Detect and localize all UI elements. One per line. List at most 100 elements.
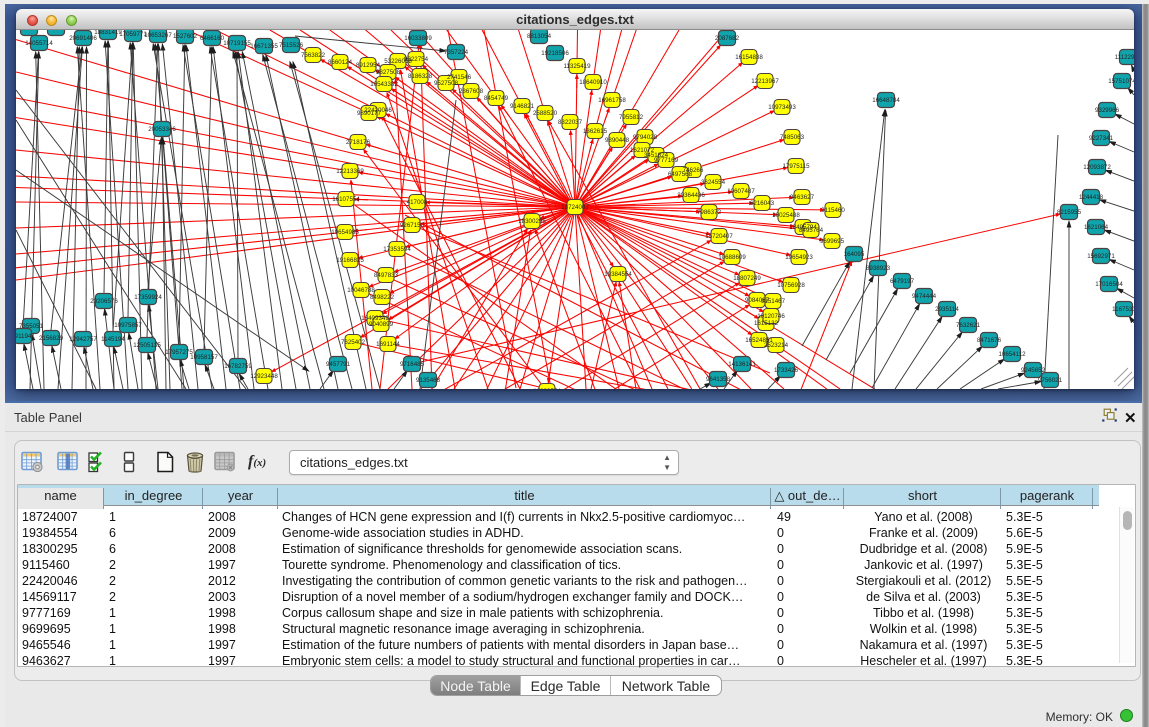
svg-text:10654112: 10654112 (998, 351, 1026, 358)
svg-text:7355051: 7355051 (19, 323, 44, 330)
svg-text:8215955: 8215955 (1057, 209, 1082, 216)
svg-text:7632621: 7632621 (956, 322, 981, 329)
svg-text:12505135: 12505135 (133, 342, 161, 349)
svg-text:16671355: 16671355 (250, 43, 278, 50)
svg-text:8498222: 8498222 (370, 294, 395, 301)
svg-text:164095: 164095 (844, 251, 865, 258)
svg-text:9699695: 9699695 (820, 238, 845, 245)
svg-text:12213967: 12213967 (751, 78, 779, 85)
svg-text:8186328: 8186328 (408, 73, 433, 80)
svg-text:8454749: 8454749 (484, 95, 509, 102)
svg-text:7986372: 7986372 (697, 209, 722, 216)
svg-text:12093872: 12093872 (1083, 164, 1111, 171)
svg-text:18640910: 18640910 (579, 79, 607, 86)
svg-text:17059771: 17059771 (119, 31, 147, 38)
svg-text:18831419: 18831419 (94, 30, 122, 36)
svg-text:2867608: 2867608 (459, 88, 484, 95)
svg-text:2935114: 2935114 (935, 306, 959, 313)
svg-text:17975115: 17975115 (782, 163, 810, 170)
svg-text:10607487: 10607487 (727, 188, 755, 195)
svg-text:7955812: 7955812 (619, 114, 644, 121)
svg-text:17359924: 17359924 (134, 294, 162, 301)
svg-text:1733426: 1733426 (774, 367, 799, 374)
svg-text:15692971: 15692971 (1087, 253, 1115, 260)
svg-text:1615132: 1615132 (754, 320, 779, 327)
svg-text:53226058: 53226058 (384, 58, 412, 65)
svg-text:10719155: 10719155 (223, 40, 251, 47)
svg-text:9151467: 9151467 (761, 298, 786, 305)
svg-text:9463627: 9463627 (790, 194, 815, 201)
svg-text:8660124: 8660124 (328, 59, 353, 66)
svg-text:16961758: 16961758 (598, 97, 626, 104)
svg-text:9890448: 9890448 (605, 137, 630, 144)
svg-text:16648784: 16648784 (872, 97, 900, 104)
svg-text:9415098: 9415098 (44, 30, 69, 32)
svg-text:1362615: 1362615 (583, 128, 608, 135)
svg-text:2588520: 2588520 (533, 110, 558, 117)
svg-text:10688609: 10688609 (718, 254, 746, 261)
svg-text:8497833: 8497833 (374, 272, 399, 279)
svg-text:9457791: 9457791 (326, 361, 351, 368)
svg-text:11325419: 11325419 (563, 63, 591, 70)
svg-text:19654923: 19654923 (785, 254, 813, 261)
svg-text:11122954: 11122954 (1115, 54, 1134, 61)
svg-text:1621064: 1621064 (1084, 224, 1109, 231)
svg-text:18807249: 18807249 (733, 275, 761, 282)
svg-text:1803154: 1803154 (17, 30, 42, 32)
svg-text:6466160: 6466160 (200, 35, 225, 42)
svg-text:6216043: 6216043 (750, 200, 775, 207)
svg-text:17353594: 17353594 (383, 246, 411, 253)
svg-text:9146821: 9146821 (510, 103, 535, 110)
svg-text:9716485: 9716485 (400, 361, 425, 368)
svg-text:10973493: 10973493 (768, 104, 796, 111)
svg-text:7515526: 7515526 (279, 42, 304, 49)
svg-text:9794028: 9794028 (633, 134, 658, 141)
svg-text:10383554: 10383554 (533, 388, 561, 389)
svg-text:6479197: 6479197 (890, 278, 915, 285)
svg-text:12213369: 12213369 (336, 168, 364, 175)
svg-text:7563822: 7563822 (301, 52, 326, 59)
svg-text:8813054: 8813054 (527, 33, 552, 40)
svg-text:12942757: 12942757 (69, 336, 97, 343)
svg-text:1167531: 1167531 (1112, 306, 1134, 313)
svg-text:10756928: 10756928 (777, 282, 805, 289)
svg-text:417008: 417008 (407, 199, 428, 206)
svg-text:2087682: 2087682 (715, 35, 740, 42)
svg-text:10543382: 10543382 (370, 81, 398, 88)
svg-text:15720407: 15720407 (705, 233, 733, 240)
svg-text:2718176: 2718176 (346, 139, 371, 146)
svg-text:7357224: 7357224 (444, 49, 469, 56)
svg-text:9474444: 9474444 (912, 293, 937, 300)
svg-text:16107554: 16107554 (332, 196, 360, 203)
svg-text:10653267: 10653267 (144, 32, 172, 39)
svg-text:18300295: 18300295 (518, 218, 546, 225)
svg-text:8471676: 8471676 (977, 337, 1002, 344)
svg-text:9827508: 9827508 (376, 69, 401, 76)
svg-text:10025488: 10025488 (772, 212, 800, 219)
svg-text:6497568: 6497568 (668, 171, 693, 178)
svg-text:20053346: 20053346 (148, 126, 176, 133)
svg-text:7485063: 7485063 (780, 134, 805, 141)
svg-text:2156829: 2156829 (39, 335, 64, 342)
svg-text:20206576: 20206576 (90, 298, 118, 305)
svg-text:20691406: 20691406 (69, 35, 97, 42)
svg-text:10958157: 10958157 (190, 354, 218, 361)
svg-text:12923448: 12923448 (250, 373, 278, 380)
svg-text:1244418: 1244418 (1079, 194, 1104, 201)
svg-text:17957275: 17957275 (165, 349, 193, 356)
svg-text:1527602: 1527602 (173, 33, 198, 40)
svg-text:9115460: 9115460 (821, 207, 845, 214)
svg-text:16033809: 16033809 (404, 35, 432, 42)
svg-text:9227341: 9227341 (1089, 135, 1114, 142)
svg-text:8322037: 8322037 (558, 119, 583, 126)
svg-text:9135468: 9135468 (416, 377, 441, 384)
svg-text:20364436: 20364436 (677, 192, 705, 199)
svg-text:9756021: 9756021 (1038, 377, 1063, 384)
svg-text:7625402: 7625402 (341, 339, 366, 346)
svg-text:18724007: 18724007 (561, 204, 589, 211)
svg-text:1145194: 1145194 (101, 336, 125, 343)
svg-text:14136141: 14136141 (728, 361, 756, 368)
svg-text:15751074: 15751074 (1108, 78, 1134, 85)
svg-text:9245652: 9245652 (1021, 367, 1046, 374)
svg-text:14055714: 14055714 (25, 40, 53, 47)
